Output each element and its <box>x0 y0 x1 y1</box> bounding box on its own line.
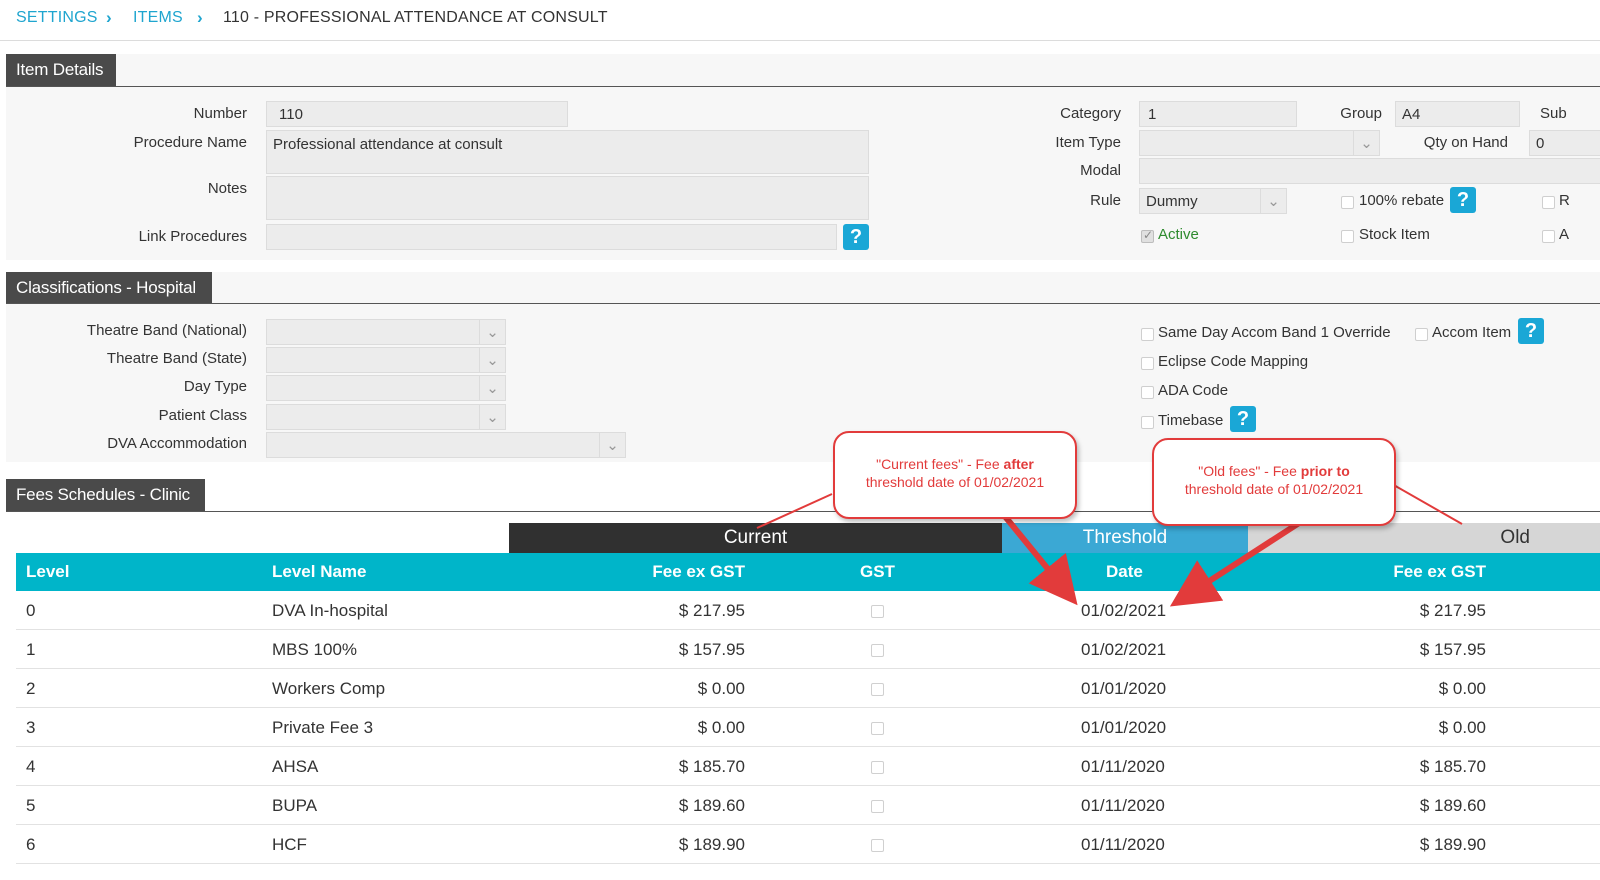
current-pointer <box>756 493 833 529</box>
callout-current-text-c: threshold date of 01/02/2021 <box>865 474 1045 490</box>
callout-old-fees: "Old fees" - Fee prior to threshold date… <box>1152 438 1396 526</box>
callout-current-fees: "Current fees" - Fee after threshold dat… <box>833 431 1077 519</box>
old-pointer <box>1391 483 1463 525</box>
callout-current-text-b: after <box>1003 456 1034 472</box>
callout-current-text-a: "Current fees" - Fee <box>876 456 1004 472</box>
callout-old-text-c: threshold date of 01/02/2021 <box>1184 481 1364 497</box>
callout-old-text-a: "Old fees" - Fee <box>1198 463 1301 479</box>
callout-old-text-b: prior to <box>1300 463 1350 479</box>
